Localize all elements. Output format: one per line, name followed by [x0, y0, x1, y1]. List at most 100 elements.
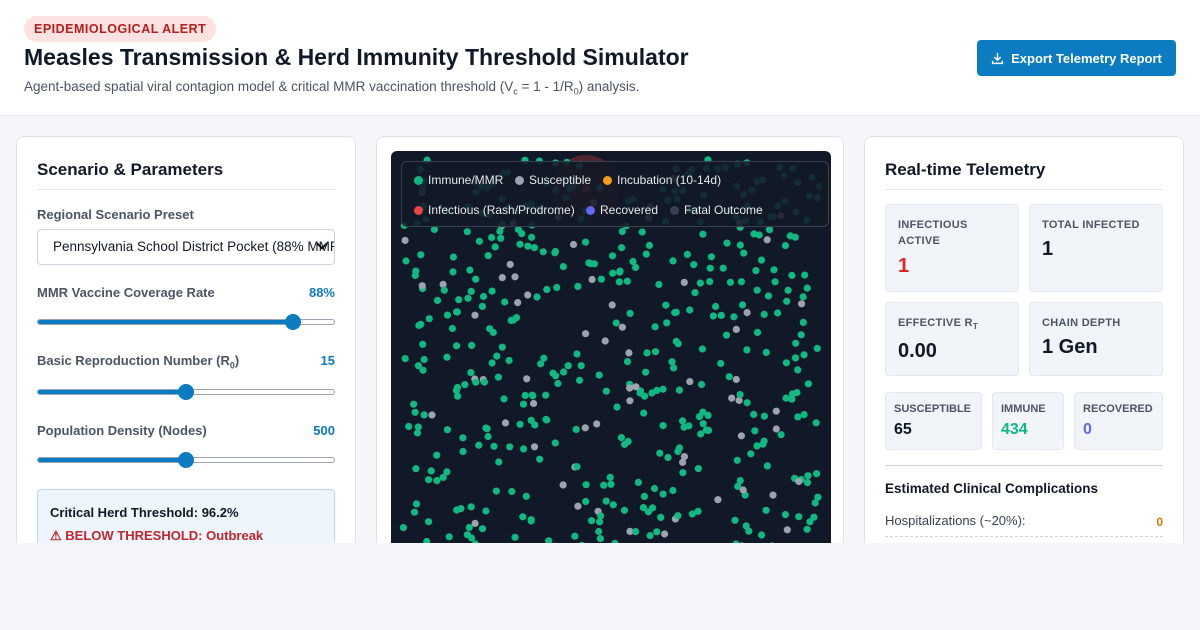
node-immune [675, 444, 684, 452]
node-immune [642, 368, 650, 376]
node-susceptible [772, 425, 780, 433]
hospitalizations-value: 0 [1156, 515, 1163, 529]
node-immune [659, 490, 667, 498]
divider [37, 189, 335, 190]
node-immune [657, 513, 665, 521]
node-immune [461, 381, 469, 389]
node-immune [707, 253, 715, 261]
node-susceptible [501, 419, 510, 427]
r0-label: Basic Reproduction Number (R0) [37, 353, 239, 371]
simulation-canvas[interactable]: Immune/MMR Susceptible Incubation (10-14… [391, 151, 831, 551]
legend-immune: Immune/MMR [414, 173, 503, 187]
node-immune [726, 278, 734, 286]
node-immune [690, 261, 698, 269]
node-immune [799, 293, 807, 301]
susceptible-label: SUSCEPTIBLE [894, 403, 972, 415]
node-immune [626, 309, 634, 317]
node-immune [492, 487, 500, 495]
node-immune [752, 267, 760, 275]
slider-thumb[interactable] [178, 452, 194, 468]
node-immune [795, 513, 803, 521]
coverage-slider[interactable] [37, 314, 335, 330]
node-immune [737, 278, 745, 286]
node-susceptible [588, 275, 596, 284]
node-immune [694, 465, 702, 473]
node-immune [679, 417, 687, 425]
node-immune [488, 287, 496, 295]
node-immune [519, 513, 527, 521]
node-immune [608, 252, 617, 260]
node-immune [459, 434, 467, 442]
node-immune [602, 387, 610, 395]
node-immune [698, 345, 706, 353]
node-susceptible [593, 420, 601, 428]
node-immune [524, 242, 532, 250]
node-susceptible [795, 477, 803, 486]
node-immune [449, 268, 457, 276]
node-immune [760, 412, 768, 420]
node-susceptible [732, 375, 740, 384]
r0-slider[interactable] [37, 384, 335, 400]
threshold-text: Critical Herd Threshold: 96.2% [50, 505, 239, 520]
node-immune [645, 241, 653, 249]
node-immune [733, 456, 741, 464]
export-telemetry-button[interactable]: Export Telemetry Report [977, 40, 1176, 76]
node-immune [781, 511, 789, 519]
legend-recovered: Recovered [586, 203, 658, 217]
preset-select[interactable]: Pennsylvania School District Pocket (88%… [37, 229, 335, 265]
node-immune [617, 434, 625, 442]
node-immune [572, 425, 580, 433]
node-immune [433, 451, 441, 459]
node-immune [491, 243, 499, 251]
node-immune [577, 362, 585, 370]
node-immune [640, 409, 648, 417]
node-immune [717, 359, 725, 368]
node-immune [800, 411, 808, 419]
node-immune [609, 501, 617, 509]
node-immune [412, 500, 421, 508]
node-immune [466, 266, 474, 274]
node-immune [536, 455, 544, 463]
node-immune [753, 328, 762, 336]
node-immune [582, 497, 590, 506]
node-immune [620, 506, 629, 514]
page-header: EPIDEMIOLOGICAL ALERT Measles Transmissi… [0, 0, 1200, 116]
legend-infectious-label: Infectious (Rash/Prodrome) [428, 203, 575, 217]
node-immune [799, 318, 807, 326]
density-slider[interactable] [37, 452, 335, 468]
node-immune [508, 487, 516, 496]
node-immune [813, 344, 821, 352]
node-immune [520, 445, 528, 453]
node-immune [425, 476, 433, 484]
node-immune [646, 532, 654, 540]
node-immune [788, 395, 796, 403]
node-immune [528, 391, 536, 399]
effective-rt-value: 0.00 [898, 340, 937, 362]
node-immune [453, 308, 461, 316]
node-immune [616, 268, 624, 276]
node-immune [664, 453, 672, 462]
node-immune [539, 248, 547, 256]
node-immune [813, 470, 821, 478]
node-susceptible [661, 530, 669, 538]
slider-thumb[interactable] [178, 384, 194, 400]
node-immune [686, 306, 694, 314]
slider-thumb[interactable] [285, 314, 302, 330]
node-immune [506, 443, 514, 451]
node-immune [543, 285, 551, 294]
node-susceptible [680, 453, 688, 461]
density-label: Population Density (Nodes) [37, 423, 207, 438]
node-immune [401, 355, 409, 363]
node-immune [467, 369, 475, 377]
legend-dot-immune [414, 175, 423, 185]
node-immune [668, 358, 676, 366]
node-immune [527, 416, 535, 424]
node-immune [478, 525, 487, 533]
node-immune [791, 354, 800, 362]
node-immune [519, 400, 528, 408]
node-susceptible [601, 337, 609, 345]
node-susceptible [524, 291, 532, 299]
legend-dot-recovered [586, 205, 595, 215]
node-immune [777, 431, 785, 439]
node-susceptible [783, 526, 791, 534]
